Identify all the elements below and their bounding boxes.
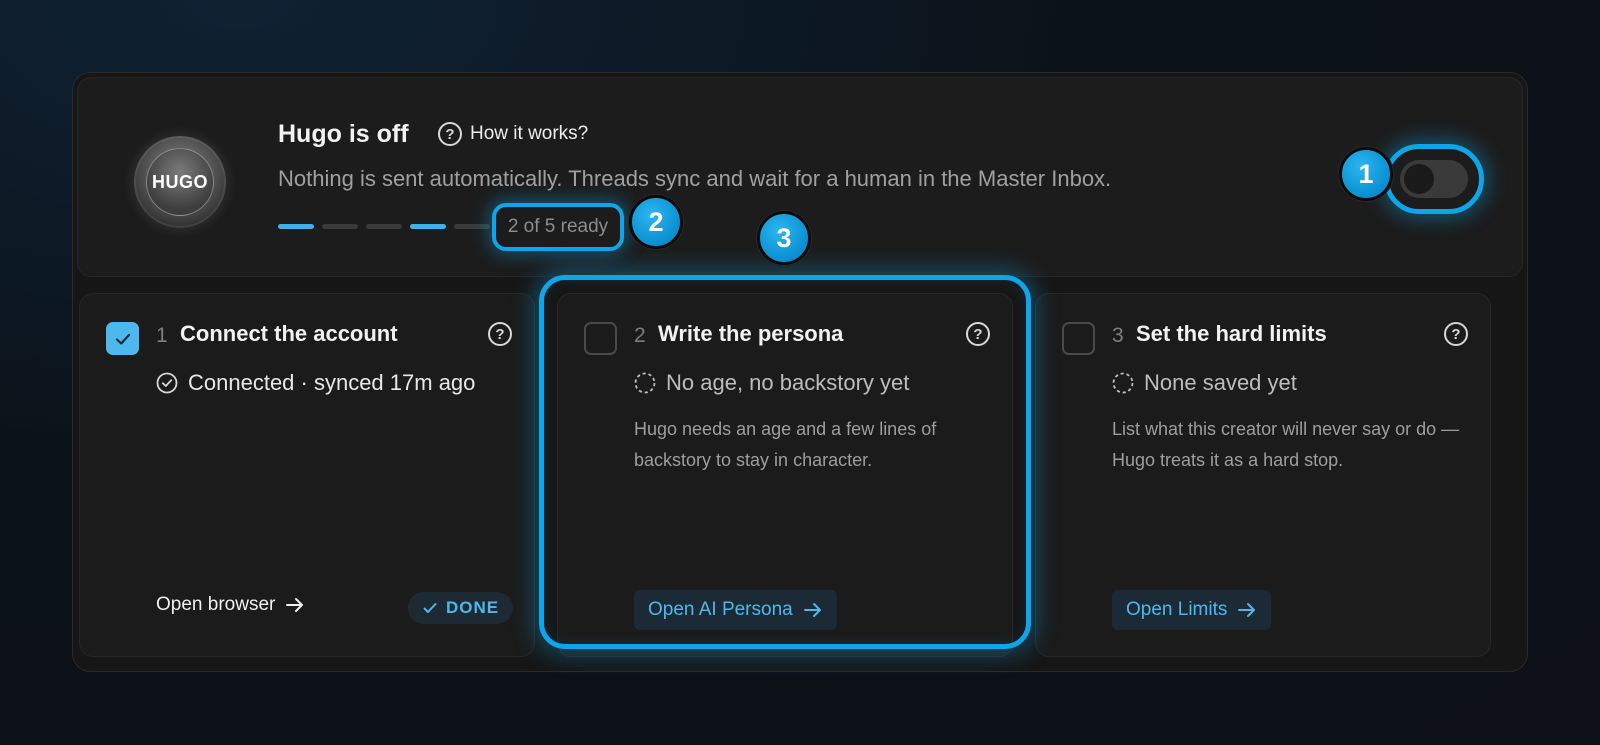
toggle-highlight — [1384, 144, 1484, 214]
step-checkbox[interactable] — [584, 322, 617, 355]
step-card-write-persona: 2 Write the persona ? No age, no backsto… — [557, 293, 1013, 657]
arrow-right-icon — [286, 598, 304, 612]
open-browser-link[interactable]: Open browser — [156, 594, 305, 616]
step-number: 2 — [634, 324, 646, 347]
progress-segment — [366, 224, 402, 229]
progress-count-highlight: 2 of 5 ready — [492, 203, 624, 251]
help-icon[interactable]: ? — [1444, 322, 1468, 346]
hugo-setup-panel: HUGO Hugo is off ? How it works? Nothing… — [72, 72, 1528, 672]
open-ai-persona-button[interactable]: Open AI Persona — [634, 590, 837, 630]
callout-badge-2: 2 — [629, 195, 683, 249]
logo-text: HUGO — [152, 171, 208, 192]
step-number: 1 — [156, 324, 168, 347]
help-icon: ? — [438, 122, 462, 146]
step-card-connect-account: 1 Connect the account ? Connected · sync… — [79, 293, 535, 657]
checkmark-icon — [115, 333, 130, 345]
open-browser-label: Open browser — [156, 594, 276, 615]
step-number: 3 — [1112, 324, 1124, 347]
done-label: DONE — [446, 598, 500, 617]
status-description: Nothing is sent automatically. Threads s… — [278, 166, 1112, 191]
progress-count-label: 2 of 5 ready — [507, 216, 609, 237]
help-icon[interactable]: ? — [488, 322, 512, 346]
open-ai-persona-label: Open AI Persona — [648, 599, 793, 620]
step-card-hard-limits: 3 Set the hard limits ? None saved yet L… — [1035, 293, 1491, 657]
progress-segment — [454, 224, 490, 229]
step-title: Connect the account — [180, 321, 398, 346]
help-icon[interactable]: ? — [966, 322, 990, 346]
step-description: Hugo needs an age and a few lines of bac… — [634, 419, 937, 470]
pending-circle-icon — [634, 372, 656, 394]
hugo-logo: HUGO — [134, 136, 226, 228]
progress-segment — [278, 224, 314, 229]
step-status: No age, no backstory yet — [634, 370, 909, 396]
callout-badge-3: 3 — [757, 211, 811, 265]
pending-circle-icon — [1112, 372, 1134, 394]
check-circle-icon — [156, 372, 178, 394]
step-description: List what this creator will never say or… — [1112, 419, 1460, 470]
how-it-works-label: How it works? — [470, 123, 589, 144]
arrow-right-icon — [803, 603, 821, 617]
progress-segment — [322, 224, 358, 229]
open-limits-label: Open Limits — [1126, 599, 1228, 620]
step-checkbox[interactable] — [1062, 322, 1095, 355]
step-title: Set the hard limits — [1136, 321, 1327, 346]
setup-progress-bar — [278, 224, 490, 229]
hugo-enable-toggle[interactable] — [1400, 160, 1468, 198]
step-status: None saved yet — [1112, 370, 1297, 396]
step-status: Connected · synced 17m ago — [156, 370, 475, 396]
step-status-text: None saved yet — [1144, 370, 1297, 395]
open-limits-button[interactable]: Open Limits — [1112, 590, 1272, 630]
done-badge: DONE — [408, 592, 514, 624]
step-checkbox[interactable] — [106, 322, 139, 355]
checkmark-icon — [423, 603, 437, 613]
callout-badge-1: 1 — [1339, 147, 1393, 201]
toggle-knob — [1404, 164, 1434, 194]
step-title: Write the persona — [658, 321, 844, 346]
progress-segment — [410, 224, 446, 229]
step-status-text: No age, no backstory yet — [666, 370, 910, 395]
how-it-works-link[interactable]: ? How it works? — [438, 122, 588, 146]
hugo-status-title: Hugo is off — [278, 120, 409, 148]
arrow-right-icon — [1238, 603, 1256, 617]
step-status-text: Connected · synced 17m ago — [188, 370, 476, 395]
